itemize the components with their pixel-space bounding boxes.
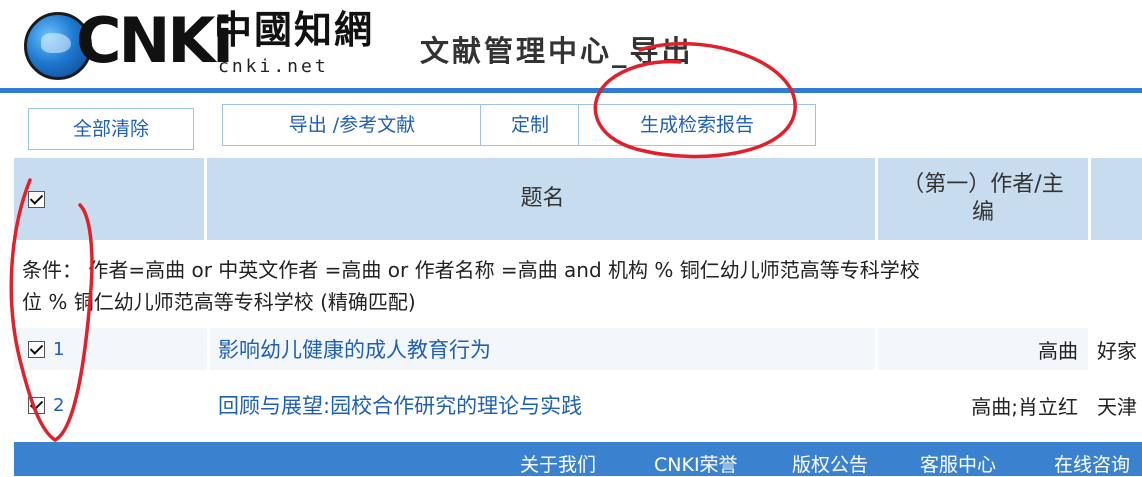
- row-author: 高曲;肖立红: [878, 384, 1088, 426]
- row-checkbox[interactable]: [28, 340, 45, 358]
- logo-text: CNKi: [76, 4, 234, 77]
- select-all-checkbox[interactable]: [28, 190, 45, 208]
- logo-domain: cnki.net: [218, 56, 329, 77]
- export-references-button[interactable]: 导出 /参考文献: [222, 104, 482, 146]
- row-select-cell: 2: [14, 384, 207, 426]
- column-header-source: [1091, 158, 1142, 240]
- row-checkbox[interactable]: [28, 396, 45, 414]
- column-header-author[interactable]: （第一）作者/主 编: [878, 158, 1091, 240]
- footer-link-honors[interactable]: CNKI荣誉: [654, 450, 738, 477]
- row-number: 2: [53, 394, 65, 416]
- cnki-logo[interactable]: CNKi 中國知網 cnki.net: [18, 4, 378, 82]
- table-row: 1 影响幼儿健康的成人教育行为 高曲 好家: [14, 328, 1142, 370]
- row-source: 好家: [1097, 338, 1137, 363]
- table-row: 2 回顾与展望:园校合作研究的理论与实践 高曲;肖立红 天津: [14, 384, 1142, 426]
- column-header-title[interactable]: 题名: [210, 158, 878, 240]
- row-select-cell: 1: [14, 328, 207, 370]
- condition-line-1: 条件： 作者=高曲 or 中英文作者 =高曲 or 作者名称 =高曲 and 机…: [22, 258, 920, 282]
- page-title: 文献管理中心_导出: [420, 34, 694, 68]
- row-title-link[interactable]: 影响幼儿健康的成人教育行为: [210, 328, 875, 370]
- search-condition: 条件： 作者=高曲 or 中英文作者 =高曲 or 作者名称 =高曲 and 机…: [22, 254, 1142, 318]
- footer-link-copyright[interactable]: 版权公告: [792, 450, 868, 477]
- row-number: 1: [53, 338, 65, 360]
- customize-button[interactable]: 定制: [480, 104, 580, 146]
- row-title-link[interactable]: 回顾与展望:园校合作研究的理论与实践: [210, 384, 875, 426]
- generate-report-button[interactable]: 生成检索报告: [578, 104, 816, 146]
- footer-link-consult[interactable]: 在线咨询: [1054, 450, 1130, 477]
- page-footer: 关于我们 CNKI荣誉 版权公告 客服中心 在线咨询: [14, 442, 1142, 476]
- footer-link-about[interactable]: 关于我们: [520, 450, 596, 477]
- row-source: 天津: [1097, 394, 1137, 419]
- clear-all-button[interactable]: 全部清除: [28, 108, 194, 150]
- column-header-author-line1: （第一）作者/主: [902, 172, 1064, 197]
- header-select-cell: [14, 158, 207, 240]
- page-header: CNKi 中國知網 cnki.net 文献管理中心_导出: [0, 0, 1142, 93]
- header-divider: [0, 88, 1142, 93]
- logo-chinese-name: 中國知網: [214, 7, 375, 52]
- footer-link-service[interactable]: 客服中心: [920, 450, 996, 477]
- row-author: 高曲: [878, 328, 1088, 370]
- table-header: 题名 （第一）作者/主 编: [14, 158, 1142, 240]
- column-header-author-line2: 编: [971, 200, 994, 225]
- condition-line-2: 位 % 铜仁幼儿师范高等专科学校 (精确匹配): [22, 290, 416, 314]
